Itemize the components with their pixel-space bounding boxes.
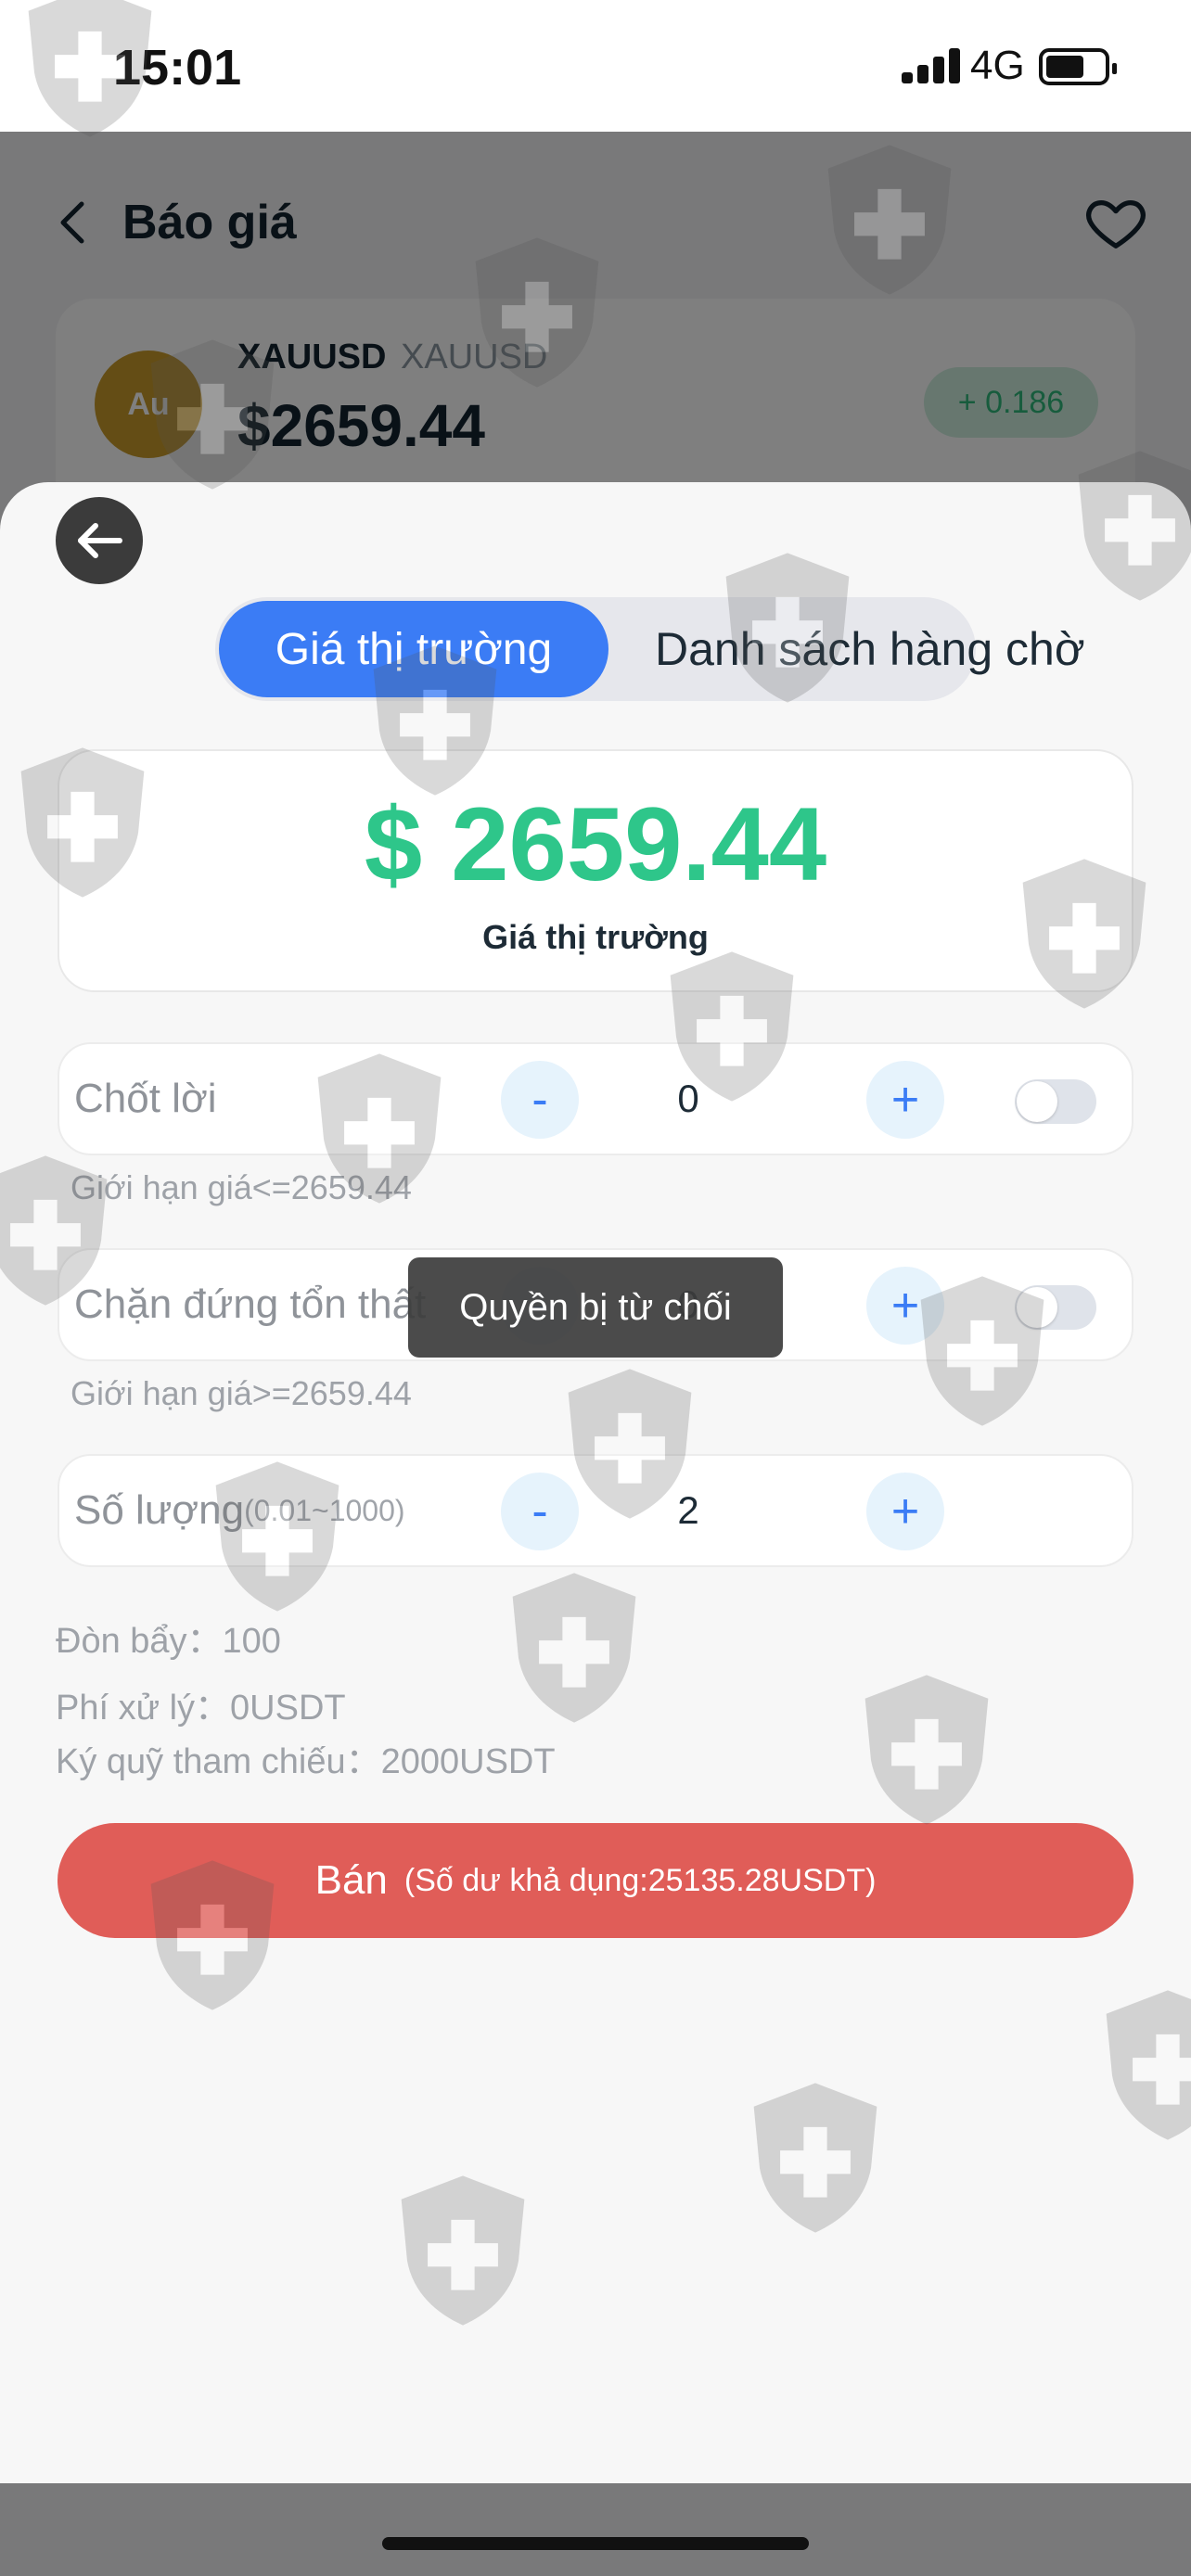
home-indicator <box>382 2537 809 2550</box>
fee-info: Phí xử lý：0USDT <box>56 1689 346 1728</box>
arrow-left-icon <box>78 523 122 558</box>
take-profit-value[interactable]: 0 <box>616 1044 761 1154</box>
quantity-row: Số lượng (0.01~1000) - 2 + <box>58 1454 1133 1567</box>
tab-market-price[interactable]: Giá thị trường <box>219 601 608 697</box>
market-price-caption: Giá thị trường <box>482 918 709 956</box>
signal-icon <box>902 48 961 83</box>
quantity-minus-button[interactable]: - <box>501 1473 579 1550</box>
take-profit-hint: Giới hạn giá<=2659.44 <box>70 1168 412 1206</box>
quantity-label-text: Số lượng <box>74 1487 245 1533</box>
stop-loss-hint: Giới hạn giá>=2659.44 <box>70 1374 412 1412</box>
status-bar: 15:01 4G <box>0 0 1191 132</box>
leverage-info: Đòn bẩy：100 <box>56 1622 281 1661</box>
available-balance: (Số dư khả dụng:25135.28USDT) <box>403 1862 877 1898</box>
order-sheet: Giá thị trường Danh sách hàng chờ $ 2659… <box>0 482 1191 2483</box>
stop-loss-plus-button[interactable]: + <box>866 1267 944 1345</box>
network-type: 4G <box>970 43 1025 88</box>
take-profit-label: Chốt lời <box>74 1076 217 1121</box>
order-type-tabs: Giá thị trường Danh sách hàng chờ <box>215 597 1085 701</box>
battery-icon <box>1039 48 1117 85</box>
sheet-back-button[interactable] <box>56 497 143 584</box>
market-price: $ 2659.44 <box>364 786 827 902</box>
stop-loss-toggle[interactable] <box>1015 1285 1096 1330</box>
sell-button[interactable]: Bán (Số dư khả dụng:25135.28USDT) <box>58 1823 1133 1938</box>
quantity-range: (0.01~1000) <box>244 1493 405 1527</box>
quantity-label: Số lượng (0.01~1000) <box>74 1456 405 1565</box>
margin-info: Ký quỹ tham chiếu：2000USDT <box>56 1742 556 1781</box>
permission-denied-toast: Quyền bị từ chối <box>408 1257 783 1358</box>
quantity-value[interactable]: 2 <box>616 1456 761 1565</box>
market-price-card: $ 2659.44 Giá thị trường <box>58 749 1133 992</box>
sell-label: Bán <box>314 1857 388 1903</box>
take-profit-minus-button[interactable]: - <box>501 1061 579 1139</box>
tab-pending-orders[interactable]: Danh sách hàng chờ <box>655 597 1085 701</box>
quantity-plus-button[interactable]: + <box>866 1473 944 1550</box>
stop-loss-label: Chặn đứng tổn thất <box>74 1282 427 1327</box>
status-time: 15:01 <box>113 40 242 96</box>
take-profit-plus-button[interactable]: + <box>866 1061 944 1139</box>
take-profit-row: Chốt lời - 0 + <box>58 1042 1133 1155</box>
take-profit-toggle[interactable] <box>1015 1079 1096 1124</box>
